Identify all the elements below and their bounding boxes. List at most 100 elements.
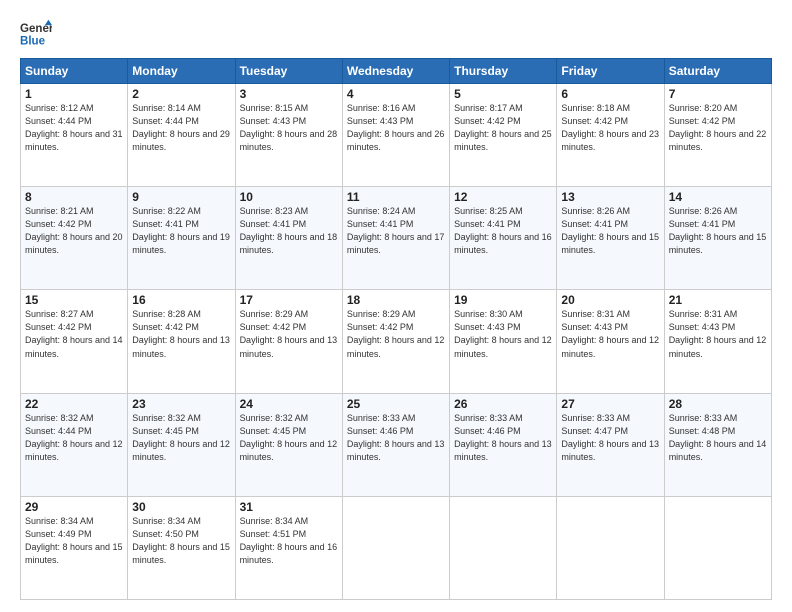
- calendar-week-4: 22 Sunrise: 8:32 AMSunset: 4:44 PMDayligh…: [21, 393, 772, 496]
- day-info: Sunrise: 8:31 AMSunset: 4:43 PMDaylight:…: [561, 309, 659, 358]
- calendar-cell: 22 Sunrise: 8:32 AMSunset: 4:44 PMDayligh…: [21, 393, 128, 496]
- day-number: 4: [347, 87, 445, 101]
- day-info: Sunrise: 8:34 AMSunset: 4:49 PMDaylight:…: [25, 516, 123, 565]
- day-info: Sunrise: 8:26 AMSunset: 4:41 PMDaylight:…: [561, 206, 659, 255]
- day-number: 1: [25, 87, 123, 101]
- day-number: 16: [132, 293, 230, 307]
- calendar-table: SundayMondayTuesdayWednesdayThursdayFrid…: [20, 58, 772, 600]
- calendar-cell: 13 Sunrise: 8:26 AMSunset: 4:41 PMDayligh…: [557, 187, 664, 290]
- calendar-cell: 30 Sunrise: 8:34 AMSunset: 4:50 PMDayligh…: [128, 496, 235, 599]
- calendar-cell: 26Sunrise: 8:33 AMSunset: 4:46 PMDayligh…: [450, 393, 557, 496]
- calendar-cell: 14 Sunrise: 8:26 AMSunset: 4:41 PMDayligh…: [664, 187, 771, 290]
- day-info: Sunrise: 8:24 AMSunset: 4:41 PMDaylight:…: [347, 206, 445, 255]
- calendar-header-sunday: Sunday: [21, 59, 128, 84]
- day-info: Sunrise: 8:29 AMSunset: 4:42 PMDaylight:…: [347, 309, 445, 358]
- day-number: 9: [132, 190, 230, 204]
- day-info: Sunrise: 8:31 AMSunset: 4:43 PMDaylight:…: [669, 309, 767, 358]
- calendar-header-row: SundayMondayTuesdayWednesdayThursdayFrid…: [21, 59, 772, 84]
- calendar-cell: 19 Sunrise: 8:30 AMSunset: 4:43 PMDayligh…: [450, 290, 557, 393]
- day-number: 7: [669, 87, 767, 101]
- calendar-cell: [342, 496, 449, 599]
- day-info: Sunrise: 8:14 AMSunset: 4:44 PMDaylight:…: [132, 103, 230, 152]
- calendar-cell: 1 Sunrise: 8:12 AMSunset: 4:44 PMDaylight…: [21, 84, 128, 187]
- day-number: 12: [454, 190, 552, 204]
- calendar-cell: 24 Sunrise: 8:32 AMSunset: 4:45 PMDayligh…: [235, 393, 342, 496]
- day-number: 24: [240, 397, 338, 411]
- day-info: Sunrise: 8:33 AMSunset: 4:47 PMDaylight:…: [561, 413, 659, 462]
- calendar-cell: 10 Sunrise: 8:23 AMSunset: 4:41 PMDayligh…: [235, 187, 342, 290]
- calendar-cell: 29Sunrise: 8:34 AMSunset: 4:49 PMDayligh…: [21, 496, 128, 599]
- calendar-cell: [557, 496, 664, 599]
- day-info: Sunrise: 8:34 AMSunset: 4:51 PMDaylight:…: [240, 516, 338, 565]
- day-info: Sunrise: 8:32 AMSunset: 4:44 PMDaylight:…: [25, 413, 123, 462]
- day-info: Sunrise: 8:28 AMSunset: 4:42 PMDaylight:…: [132, 309, 230, 358]
- calendar-cell: 16 Sunrise: 8:28 AMSunset: 4:42 PMDayligh…: [128, 290, 235, 393]
- day-number: 21: [669, 293, 767, 307]
- day-info: Sunrise: 8:26 AMSunset: 4:41 PMDaylight:…: [669, 206, 767, 255]
- day-number: 23: [132, 397, 230, 411]
- day-number: 15: [25, 293, 123, 307]
- calendar-cell: [450, 496, 557, 599]
- day-info: Sunrise: 8:34 AMSunset: 4:50 PMDaylight:…: [132, 516, 230, 565]
- day-info: Sunrise: 8:33 AMSunset: 4:48 PMDaylight:…: [669, 413, 767, 462]
- day-info: Sunrise: 8:23 AMSunset: 4:41 PMDaylight:…: [240, 206, 338, 255]
- day-number: 19: [454, 293, 552, 307]
- day-info: Sunrise: 8:33 AMSunset: 4:46 PMDaylight:…: [454, 413, 552, 462]
- day-number: 30: [132, 500, 230, 514]
- day-info: Sunrise: 8:32 AMSunset: 4:45 PMDaylight:…: [240, 413, 338, 462]
- day-number: 13: [561, 190, 659, 204]
- calendar-cell: 31 Sunrise: 8:34 AMSunset: 4:51 PMDayligh…: [235, 496, 342, 599]
- day-info: Sunrise: 8:16 AMSunset: 4:43 PMDaylight:…: [347, 103, 445, 152]
- day-number: 27: [561, 397, 659, 411]
- calendar-cell: 8 Sunrise: 8:21 AMSunset: 4:42 PMDaylight…: [21, 187, 128, 290]
- calendar-header-friday: Friday: [557, 59, 664, 84]
- day-number: 11: [347, 190, 445, 204]
- day-info: Sunrise: 8:25 AMSunset: 4:41 PMDaylight:…: [454, 206, 552, 255]
- day-info: Sunrise: 8:29 AMSunset: 4:42 PMDaylight:…: [240, 309, 338, 358]
- day-number: 10: [240, 190, 338, 204]
- day-number: 28: [669, 397, 767, 411]
- calendar-week-3: 15 Sunrise: 8:27 AMSunset: 4:42 PMDayligh…: [21, 290, 772, 393]
- day-info: Sunrise: 8:15 AMSunset: 4:43 PMDaylight:…: [240, 103, 338, 152]
- day-number: 25: [347, 397, 445, 411]
- day-info: Sunrise: 8:21 AMSunset: 4:42 PMDaylight:…: [25, 206, 123, 255]
- day-number: 2: [132, 87, 230, 101]
- day-number: 14: [669, 190, 767, 204]
- svg-text:Blue: Blue: [20, 36, 46, 48]
- calendar-cell: 25 Sunrise: 8:33 AMSunset: 4:46 PMDayligh…: [342, 393, 449, 496]
- calendar-header-saturday: Saturday: [664, 59, 771, 84]
- calendar-cell: 17Sunrise: 8:29 AMSunset: 4:42 PMDayligh…: [235, 290, 342, 393]
- day-number: 22: [25, 397, 123, 411]
- calendar-cell: 3Sunrise: 8:15 AMSunset: 4:43 PMDaylight…: [235, 84, 342, 187]
- day-info: Sunrise: 8:17 AMSunset: 4:42 PMDaylight:…: [454, 103, 552, 152]
- logo-icon: General Blue: [20, 18, 52, 50]
- day-number: 8: [25, 190, 123, 204]
- calendar-header-wednesday: Wednesday: [342, 59, 449, 84]
- day-info: Sunrise: 8:30 AMSunset: 4:43 PMDaylight:…: [454, 309, 552, 358]
- day-number: 5: [454, 87, 552, 101]
- day-info: Sunrise: 8:33 AMSunset: 4:46 PMDaylight:…: [347, 413, 445, 462]
- calendar-cell: 4 Sunrise: 8:16 AMSunset: 4:43 PMDaylight…: [342, 84, 449, 187]
- day-info: Sunrise: 8:32 AMSunset: 4:45 PMDaylight:…: [132, 413, 230, 462]
- calendar-cell: 28 Sunrise: 8:33 AMSunset: 4:48 PMDayligh…: [664, 393, 771, 496]
- calendar-week-5: 29Sunrise: 8:34 AMSunset: 4:49 PMDayligh…: [21, 496, 772, 599]
- calendar-cell: 2 Sunrise: 8:14 AMSunset: 4:44 PMDaylight…: [128, 84, 235, 187]
- calendar-header-thursday: Thursday: [450, 59, 557, 84]
- calendar-cell: 11 Sunrise: 8:24 AMSunset: 4:41 PMDayligh…: [342, 187, 449, 290]
- day-info: Sunrise: 8:12 AMSunset: 4:44 PMDaylight:…: [25, 103, 123, 152]
- day-number: 31: [240, 500, 338, 514]
- day-info: Sunrise: 8:27 AMSunset: 4:42 PMDaylight:…: [25, 309, 123, 358]
- calendar-cell: 18 Sunrise: 8:29 AMSunset: 4:42 PMDayligh…: [342, 290, 449, 393]
- calendar-cell: 20Sunrise: 8:31 AMSunset: 4:43 PMDayligh…: [557, 290, 664, 393]
- calendar-week-2: 8 Sunrise: 8:21 AMSunset: 4:42 PMDaylight…: [21, 187, 772, 290]
- calendar-cell: 21 Sunrise: 8:31 AMSunset: 4:43 PMDayligh…: [664, 290, 771, 393]
- calendar-cell: [664, 496, 771, 599]
- calendar-cell: 23 Sunrise: 8:32 AMSunset: 4:45 PMDayligh…: [128, 393, 235, 496]
- day-info: Sunrise: 8:18 AMSunset: 4:42 PMDaylight:…: [561, 103, 659, 152]
- logo: General Blue: [20, 18, 28, 50]
- day-info: Sunrise: 8:20 AMSunset: 4:42 PMDaylight:…: [669, 103, 767, 152]
- day-info: Sunrise: 8:22 AMSunset: 4:41 PMDaylight:…: [132, 206, 230, 255]
- calendar-header-monday: Monday: [128, 59, 235, 84]
- day-number: 18: [347, 293, 445, 307]
- calendar-cell: 6Sunrise: 8:18 AMSunset: 4:42 PMDaylight…: [557, 84, 664, 187]
